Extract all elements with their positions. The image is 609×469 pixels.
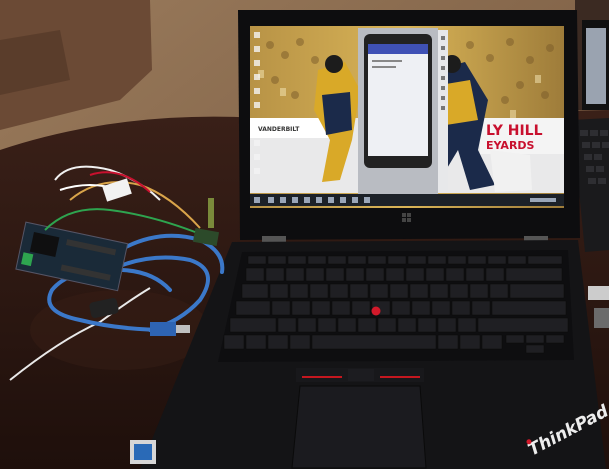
laptop-keyboard [218, 250, 574, 362]
usb-plug-metal [176, 325, 190, 333]
laptop-screen: VANDERBILT LY HILL EYARDS [250, 26, 564, 222]
trackpoint [371, 306, 381, 316]
usb-plug [150, 322, 176, 336]
trackpad-buttons [296, 368, 424, 382]
intel-sticker-inner [134, 444, 152, 460]
android-emulator [358, 28, 448, 196]
second-monitor-screen [586, 28, 606, 104]
phone-text-line-1 [372, 60, 402, 62]
banner-right-line2: EYARDS [486, 139, 535, 152]
photo-scene: VANDERBILT LY HILL EYARDS ThinkPad [0, 0, 609, 469]
scene-svg: VANDERBILT LY HILL EYARDS ThinkPad [0, 0, 609, 469]
sensor-antenna [208, 198, 214, 228]
trackpad [291, 385, 427, 469]
phone-appbar [368, 44, 428, 54]
banner-right-line1: LY HILL [486, 123, 543, 139]
phone-text-line-2 [372, 66, 396, 68]
usb-adapter [594, 308, 609, 328]
usb-stick [588, 286, 609, 300]
banner-left-text: VANDERBILT [258, 126, 300, 133]
